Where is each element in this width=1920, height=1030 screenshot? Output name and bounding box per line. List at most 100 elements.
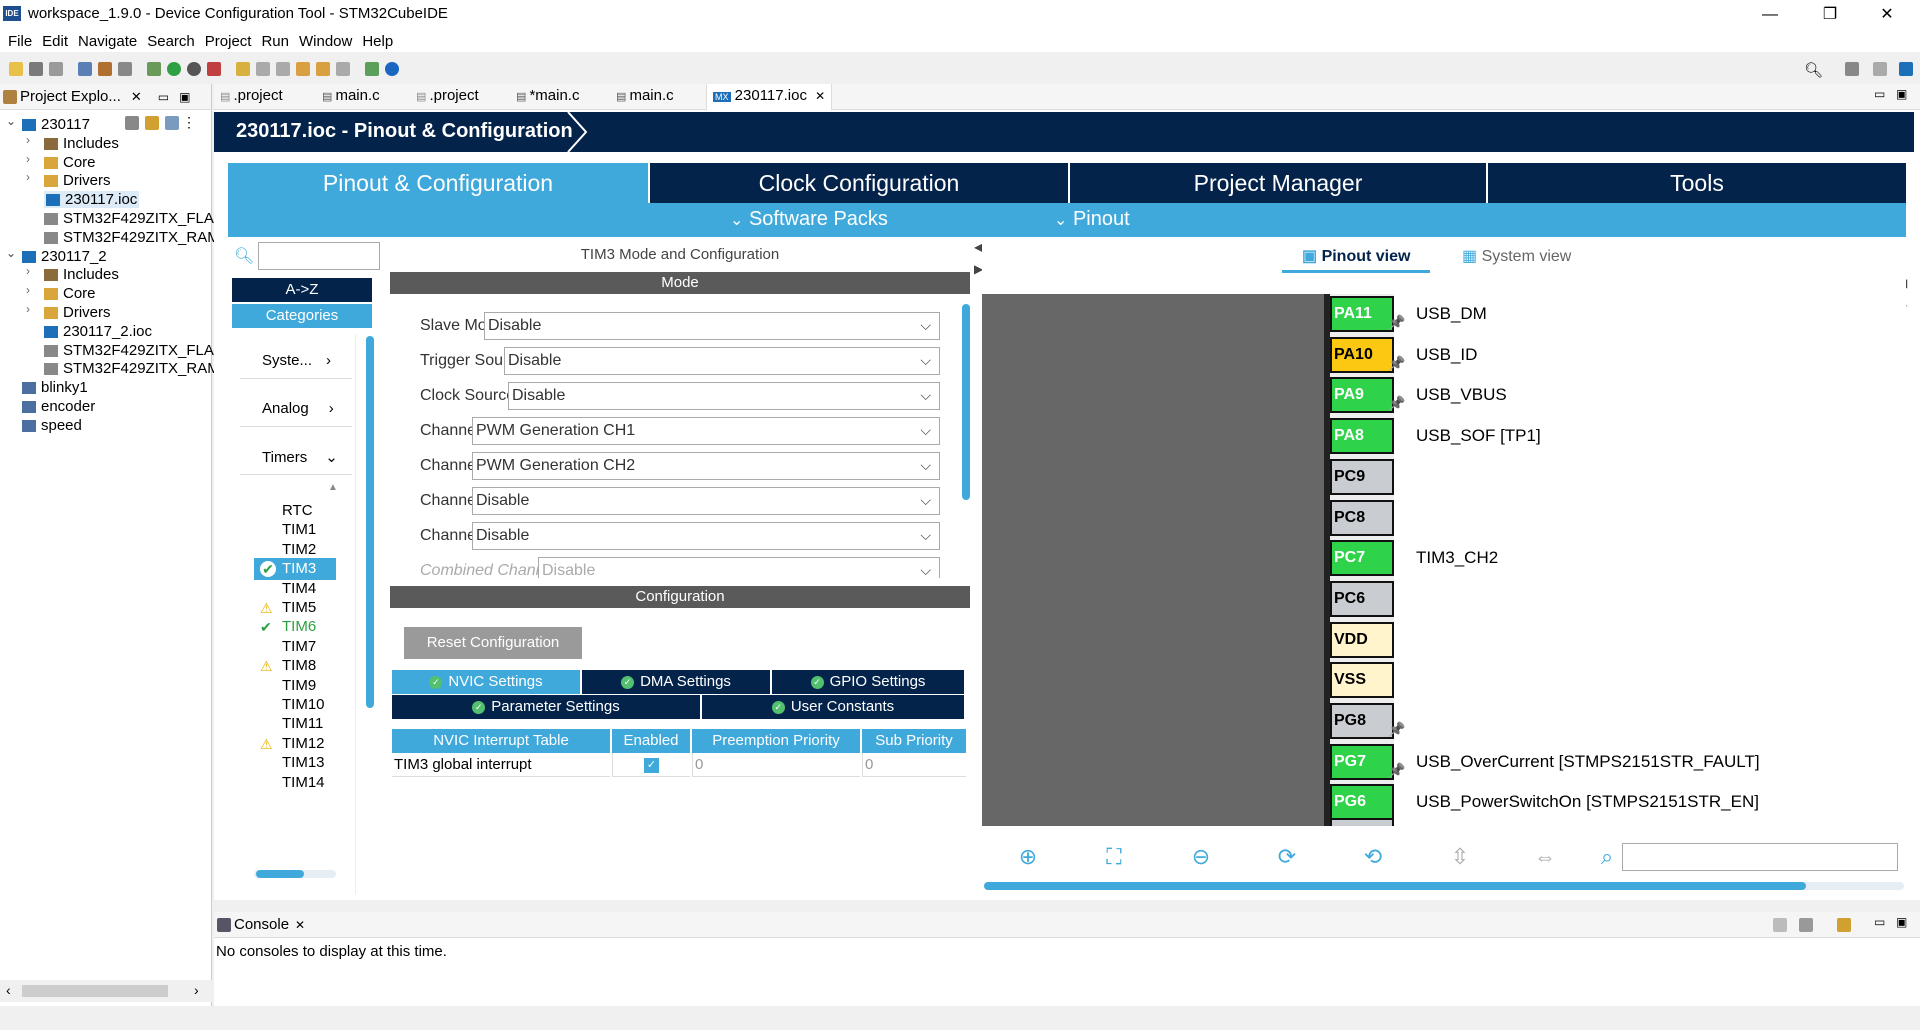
tab-project-manager[interactable]: Project Manager [1070, 163, 1486, 203]
cpp-perspective-icon[interactable] [1873, 62, 1887, 76]
pin-signal-label[interactable]: USB_OverCurrent [STMPS2151STR_FAULT] [1416, 752, 1760, 772]
category-vscroll[interactable] [366, 336, 374, 708]
menu-help[interactable]: Help [362, 33, 393, 50]
mode-select[interactable]: PWM Generation CH1 ⌵ [472, 417, 940, 445]
rotate-right-icon[interactable]: ⟳ [1272, 842, 1302, 872]
pin-pc6[interactable]: PC6 [1330, 580, 1394, 617]
chevron-down-icon[interactable]: ⌄ [6, 246, 16, 260]
open-perspective-icon[interactable] [365, 62, 379, 76]
maximize-view-icon[interactable]: ▣ [1896, 87, 1907, 101]
mode-select[interactable]: Disable ⌵ [538, 557, 940, 578]
build-icon[interactable] [98, 62, 112, 76]
pin-signal-label[interactable]: USB_DM [1416, 304, 1487, 324]
forward-icon[interactable] [336, 62, 350, 76]
search-icon[interactable]: 🔍︎ [1804, 61, 1823, 79]
menu-file[interactable]: File [8, 33, 32, 50]
pin-signal-label[interactable]: TIM3_CH2 [1416, 548, 1498, 568]
scroll-left-icon[interactable]: ‹ [6, 982, 11, 998]
pinout-menu[interactable]: ⌄ Pinout [1054, 208, 1130, 231]
scroll-thumb[interactable] [22, 985, 168, 997]
debug-icon[interactable] [147, 62, 161, 76]
pin-pg7[interactable]: PG7 [1330, 743, 1394, 780]
pin-pg6[interactable]: PG6 [1330, 784, 1394, 821]
pin-signal-label[interactable]: USB_PowerSwitchOn [STMPS2151STR_EN] [1416, 792, 1759, 812]
mx-perspective-icon[interactable] [1899, 62, 1913, 76]
view-menu-icon[interactable]: ⋮ [182, 114, 196, 131]
maximize-button[interactable]: ❐ [1805, 0, 1855, 30]
minimize-view-icon[interactable]: ▭ [1874, 87, 1885, 101]
mode-select[interactable]: Disable ⌵ [472, 487, 940, 515]
mode-select[interactable]: Disable ⌵ [472, 522, 940, 550]
rotate-left-icon[interactable]: ⟲ [1358, 842, 1388, 872]
mode-select[interactable]: Disable ⌵ [504, 347, 940, 375]
console-tab-label[interactable]: Console [234, 916, 289, 933]
minimize-button[interactable]: — [1745, 0, 1795, 30]
nvic-row-sub[interactable]: 0 [862, 753, 966, 777]
component-search-input[interactable] [258, 242, 380, 270]
system-view-tab[interactable]: ▦ System view [1462, 246, 1571, 266]
pin-console-icon[interactable] [1773, 918, 1787, 932]
tab-project-2[interactable]: ▤ .project [416, 87, 479, 104]
back-icon[interactable] [316, 62, 330, 76]
scroll-up-icon[interactable]: ▲ [328, 482, 338, 493]
tab-ioc-active[interactable]: MX 230117.ioc ✕ [706, 84, 833, 110]
close-button[interactable]: ✕ [1862, 0, 1912, 30]
display-console-icon[interactable] [1799, 918, 1813, 932]
category-system[interactable]: Syste... › [262, 352, 331, 369]
tab-main-c-2[interactable]: ▤ main.c [616, 87, 674, 104]
timer-item-tim14[interactable]: TIM14 [254, 772, 336, 794]
debug-config-icon[interactable] [78, 62, 92, 76]
perspective-icon[interactable] [1845, 62, 1859, 76]
pinout-view-tab[interactable]: ▣ Pinout view [1282, 246, 1431, 273]
chevron-right-icon[interactable]: › [26, 133, 30, 147]
search-pin-icon[interactable] [236, 62, 250, 76]
sort-az-button[interactable]: A->Z [232, 278, 372, 302]
col-nvic-interrupt[interactable]: NVIC Interrupt Table [392, 729, 610, 753]
tab-main-c-modified[interactable]: ▤ *main.c [516, 87, 579, 104]
tab-parameter-settings[interactable]: ✓ Parameter Settings [392, 695, 700, 719]
tab-pinout-configuration[interactable]: Pinout & Configuration [228, 163, 648, 203]
chevron-down-icon[interactable]: ⌄ [6, 114, 16, 128]
save-icon[interactable] [29, 62, 43, 76]
category-hscroll-thumb[interactable] [256, 870, 304, 878]
info-icon[interactable] [385, 62, 399, 76]
explorer-tab-label[interactable]: Project Explo... [20, 88, 121, 105]
pin-pc7[interactable]: PC7 [1330, 540, 1394, 577]
close-icon[interactable]: ✕ [131, 89, 142, 105]
device-icon[interactable] [118, 62, 132, 76]
menu-run[interactable]: Run [261, 33, 289, 50]
pin-pa10[interactable]: PA10 [1330, 336, 1394, 373]
nvic-row-enabled[interactable]: ✓ [612, 753, 690, 777]
open-console-icon[interactable] [1837, 918, 1851, 932]
pin-pg8[interactable]: PG8 [1330, 703, 1394, 739]
chevron-right-icon[interactable]: › [26, 283, 30, 297]
categories-button[interactable]: Categories [232, 304, 372, 328]
link-editor-icon[interactable] [145, 115, 159, 130]
tab-nvic-settings[interactable]: ✓ NVIC Settings [392, 670, 580, 694]
software-packs-menu[interactable]: ⌄ Software Packs [730, 208, 888, 231]
menu-navigate[interactable]: Navigate [78, 33, 137, 50]
checkbox-checked-icon[interactable]: ✓ [644, 757, 659, 773]
explorer-hscroll[interactable]: ‹ › [0, 980, 212, 1002]
chevron-right-icon[interactable]: › [26, 152, 30, 166]
mode-vscroll[interactable] [962, 304, 970, 500]
col-preemption[interactable]: Preemption Priority [692, 729, 860, 753]
nvic-row-preemption[interactable]: 0 [692, 753, 860, 777]
tab-project-1[interactable]: ▤ .project [220, 87, 283, 104]
tab-dma-settings[interactable]: ✓ DMA Settings [582, 670, 770, 694]
scroll-right-icon[interactable]: › [194, 982, 199, 998]
maximize-view-icon[interactable]: ▣ [179, 90, 190, 104]
pin-signal-label[interactable]: USB_SOF [TP1] [1416, 426, 1541, 446]
mode-select[interactable]: Disable ⌵ [508, 382, 940, 410]
save-all-icon[interactable] [49, 62, 63, 76]
pinout-hscroll-thumb[interactable] [984, 882, 1806, 890]
fit-icon[interactable]: ⛶ [1099, 842, 1129, 872]
pin-pc9[interactable]: PC9 [1330, 458, 1394, 495]
chevron-right-icon[interactable]: › [26, 264, 30, 278]
pin-signal-label[interactable]: USB_VBUS [1416, 385, 1507, 405]
category-analog[interactable]: Analog › [262, 400, 334, 417]
menu-search[interactable]: Search [147, 33, 195, 50]
filter-icon[interactable] [165, 115, 179, 130]
reset-configuration-button[interactable]: Reset Configuration [404, 627, 582, 659]
stop-icon[interactable] [207, 62, 221, 76]
